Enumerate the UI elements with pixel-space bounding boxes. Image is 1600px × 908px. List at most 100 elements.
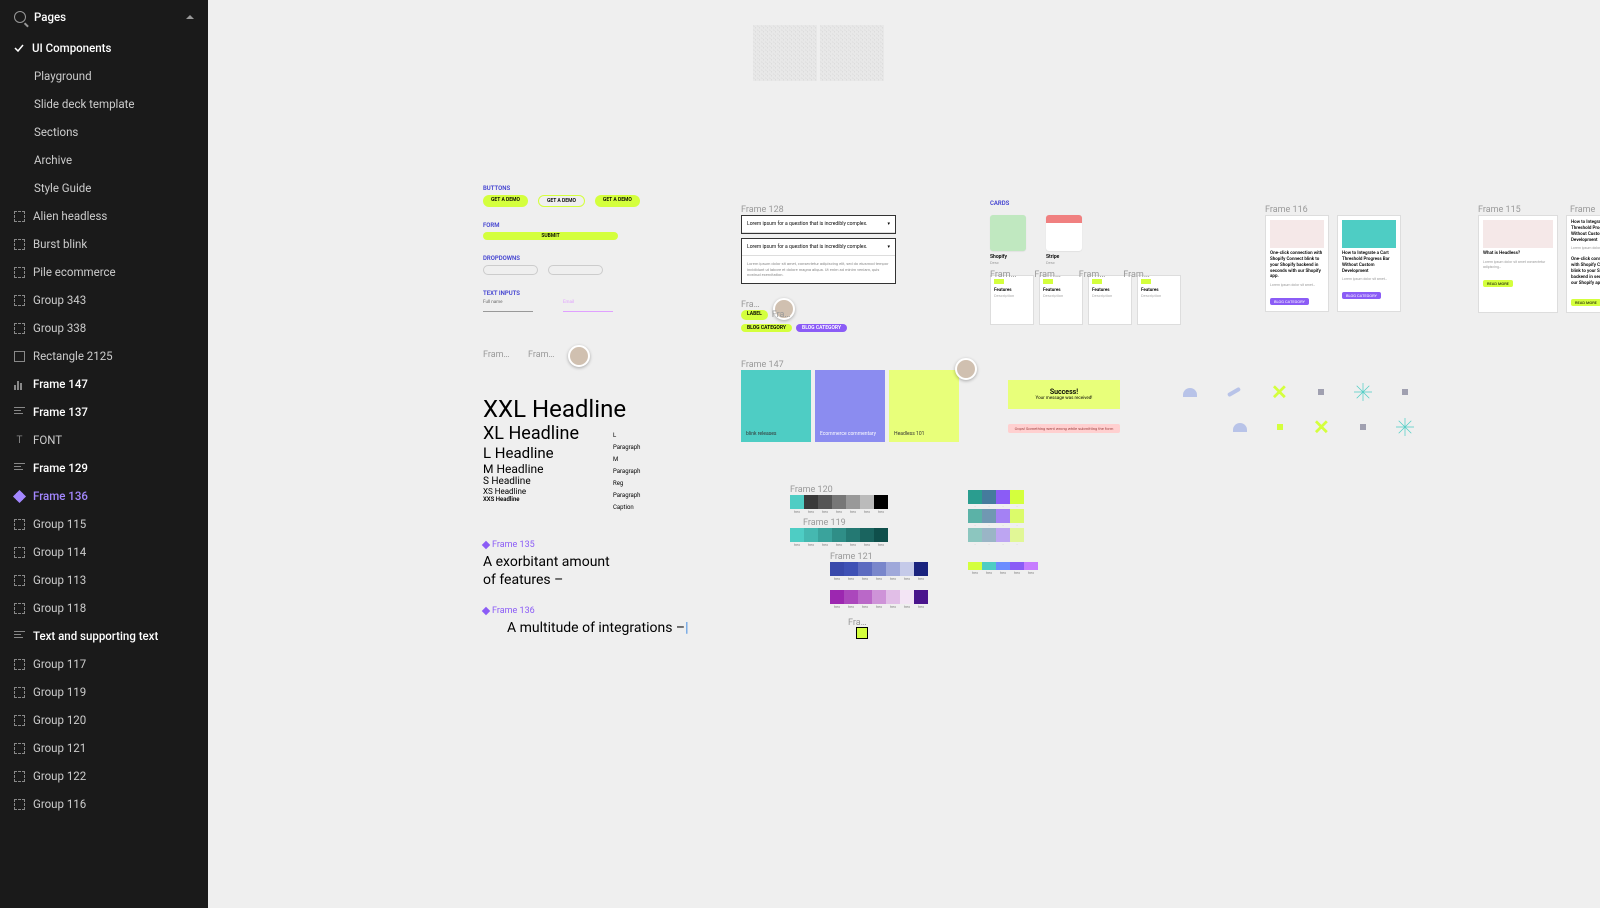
swatch[interactable]: [804, 495, 818, 509]
dropdown[interactable]: [548, 265, 603, 275]
swatch[interactable]: [874, 528, 888, 542]
page-item[interactable]: Style Guide: [0, 174, 208, 202]
layer-item[interactable]: Group 118: [0, 594, 208, 622]
swatch[interactable]: [830, 562, 844, 576]
swatch[interactable]: [1010, 490, 1024, 504]
section-ui-components[interactable]: UI Components: [0, 34, 208, 62]
blog-card[interactable]: How to Integrate a Cart Threshold Progre…: [1566, 215, 1600, 313]
chevron-up-icon[interactable]: [186, 15, 194, 19]
blog-card[interactable]: What is Headless?Lorem ipsum dolor sit a…: [1478, 215, 1558, 313]
swatch[interactable]: [818, 495, 832, 509]
swatch[interactable]: [1010, 509, 1024, 523]
swatch[interactable]: [1024, 562, 1038, 570]
layer-item[interactable]: Group 114: [0, 538, 208, 566]
swatch[interactable]: [872, 590, 886, 604]
swatch[interactable]: [818, 528, 832, 542]
swatch[interactable]: [858, 562, 872, 576]
swatch[interactable]: [968, 509, 982, 523]
layer-item[interactable]: Group 338: [0, 314, 208, 342]
swatch[interactable]: [860, 495, 874, 509]
swatch[interactable]: [832, 495, 846, 509]
swatch[interactable]: [900, 562, 914, 576]
swatch[interactable]: [982, 509, 996, 523]
layer-item[interactable]: Frame 129: [0, 454, 208, 482]
swatch[interactable]: [846, 495, 860, 509]
layer-item[interactable]: Group 115: [0, 510, 208, 538]
swatch[interactable]: [844, 562, 858, 576]
page-item[interactable]: Archive: [0, 146, 208, 174]
swatch[interactable]: [886, 562, 900, 576]
layer-item[interactable]: Group 113: [0, 566, 208, 594]
pill-button[interactable]: GET A DEMO: [595, 195, 640, 207]
page-item[interactable]: Playground: [0, 62, 208, 90]
swatch[interactable]: [1010, 528, 1024, 542]
faq-question[interactable]: Lorem ipsum for a question that is incre…: [742, 239, 895, 256]
layer-item[interactable]: Burst blink: [0, 230, 208, 258]
pages-header[interactable]: Pages: [0, 0, 208, 34]
blog-card[interactable]: How to Integrate a Cart Threshold Progre…: [1337, 215, 1401, 312]
layer-item[interactable]: Group 343: [0, 286, 208, 314]
layer-item[interactable]: Group 119: [0, 678, 208, 706]
layer-item[interactable]: Text and supporting text: [0, 622, 208, 650]
layer-item[interactable]: Group 122: [0, 762, 208, 790]
feature-card[interactable]: FeaturesDescription: [1088, 275, 1132, 325]
search-icon[interactable]: [14, 11, 26, 23]
canvas[interactable]: BUTTONS GET A DEMO GET A DEMO GET A DEMO…: [208, 0, 1600, 908]
swatch[interactable]: [900, 590, 914, 604]
page-item[interactable]: Sections: [0, 118, 208, 146]
tile[interactable]: blink releases: [741, 370, 811, 442]
layer-item[interactable]: Frame 137: [0, 398, 208, 426]
swatch[interactable]: [996, 562, 1010, 570]
swatch[interactable]: [1010, 562, 1024, 570]
swatch[interactable]: [914, 562, 928, 576]
swatch[interactable]: [968, 490, 982, 504]
swatch[interactable]: [860, 528, 874, 542]
swatch[interactable]: [790, 528, 804, 542]
layer-item[interactable]: Rectangle 2125: [0, 342, 208, 370]
layer-item[interactable]: Group 117: [0, 650, 208, 678]
tile[interactable]: Ecommerce commentary: [815, 370, 885, 442]
swatch[interactable]: [790, 495, 804, 509]
layer-item[interactable]: Alien headless: [0, 202, 208, 230]
swatch[interactable]: [982, 490, 996, 504]
feature-card[interactable]: FeaturesDescription: [1039, 275, 1083, 325]
blog-card[interactable]: One-click connection with Shopify Connec…: [1265, 215, 1329, 312]
layer-item[interactable]: Frame 147: [0, 370, 208, 398]
feature-card[interactable]: FeaturesDescription: [990, 275, 1034, 325]
swatch[interactable]: [846, 528, 860, 542]
page-item[interactable]: Slide deck template: [0, 90, 208, 118]
swatch[interactable]: [830, 590, 844, 604]
layer-item[interactable]: Frame 136: [0, 482, 208, 510]
frame-icon: [14, 547, 25, 558]
swatch[interactable]: [874, 495, 888, 509]
feature-card[interactable]: FeaturesDescription: [1137, 275, 1181, 325]
pill-button[interactable]: GET A DEMO: [538, 195, 585, 207]
swatch[interactable]: [996, 490, 1010, 504]
layer-item[interactable]: Group 120: [0, 706, 208, 734]
pill-button[interactable]: GET A DEMO: [483, 195, 528, 207]
swatch[interactable]: [982, 562, 996, 570]
submit-button[interactable]: SUBMIT: [483, 232, 618, 240]
swatch[interactable]: [858, 590, 872, 604]
tile[interactable]: Headless 101: [889, 370, 959, 442]
swatch[interactable]: [968, 528, 982, 542]
square-icon: [1360, 424, 1366, 430]
dropdown[interactable]: [483, 265, 538, 275]
burst-icon: [1396, 418, 1414, 436]
swatch[interactable]: [844, 590, 858, 604]
swatch[interactable]: [968, 562, 982, 570]
selected-swatch[interactable]: [856, 627, 868, 639]
faq-question[interactable]: Lorem ipsum for a question that is incre…: [742, 216, 895, 233]
swatch[interactable]: [914, 590, 928, 604]
swatch[interactable]: [872, 562, 886, 576]
layer-item[interactable]: Group 121: [0, 734, 208, 762]
swatch[interactable]: [886, 590, 900, 604]
layer-item[interactable]: Group 116: [0, 790, 208, 818]
swatch[interactable]: [996, 509, 1010, 523]
layer-item[interactable]: TFONT: [0, 426, 208, 454]
swatch[interactable]: [832, 528, 846, 542]
swatch[interactable]: [982, 528, 996, 542]
layer-item[interactable]: Pile ecommerce: [0, 258, 208, 286]
swatch[interactable]: [804, 528, 818, 542]
swatch[interactable]: [996, 528, 1010, 542]
